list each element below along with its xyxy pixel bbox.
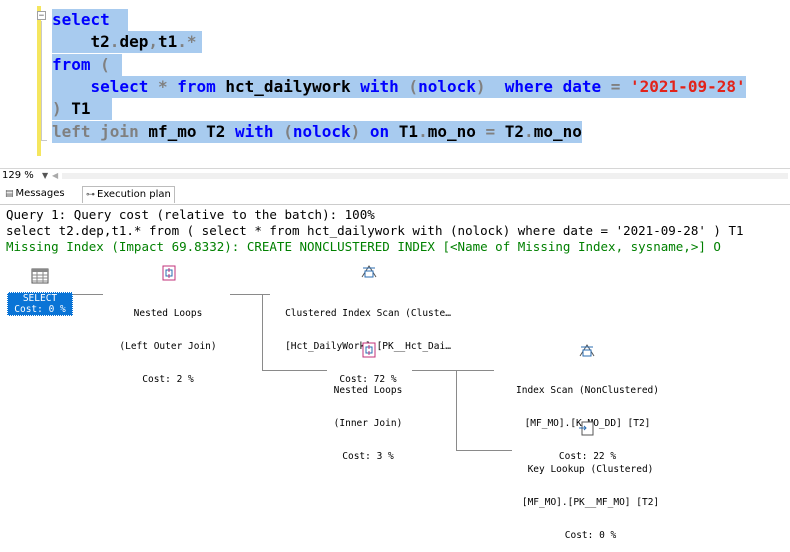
zoom-level[interactable]: 129 % [2,169,34,183]
selection-highlight: from ( [52,54,122,76]
scroll-left-icon[interactable]: ◀ [52,169,58,183]
query-text: select t2.dep,t1.* from ( select * from … [6,223,744,238]
code-line[interactable]: ) T1 [52,98,112,120]
code-token: mo_no [533,122,582,141]
code-line[interactable]: select [52,9,128,31]
zoom-dropdown-icon[interactable]: ▼ [42,169,48,183]
code-token: hct_dailywork [215,77,361,96]
code-token: nolock [292,122,351,141]
code-token: . [109,32,120,51]
code-token: from [52,55,91,74]
code-token: , [148,32,158,51]
plan-node-nested-loops-inner[interactable]: Nested Loops (Inner Join) Cost: 3 % [318,363,418,473]
code-token: select [52,77,149,96]
selection-highlight: ) T1 [52,98,112,120]
code-token: * [148,77,178,96]
query-cost-header: Query 1: Query cost (relative to the bat… [6,207,375,222]
editor-status-bar: 129 % ▼ ◀ [0,168,790,183]
code-token: .* [177,32,197,51]
code-token: ( [398,77,419,96]
results-tabs: ▤ Messages ⊶ Execution plan [0,184,790,205]
connector [73,294,103,295]
node-name: Nested Loops [133,308,203,319]
code-token: T1 [389,122,419,141]
outline-end [41,140,47,141]
node-detail: [MF_MO].[PK__MF_MO] [T2] [521,497,660,508]
code-line[interactable]: from ( [52,54,122,76]
code-token: with [235,122,274,141]
code-token: with [360,77,399,96]
sql-editor[interactable]: − select t2.dep,t1.* from ( select * from… [0,0,790,168]
node-name: Key Lookup (Clustered) [527,464,654,475]
code-line[interactable]: t2.dep,t1.* [52,31,202,53]
code-token: . [418,122,428,141]
code-token: left join [52,122,139,141]
key-lookup-icon [579,421,594,436]
node-name: Clustered Index Scan (Cluste… [285,308,451,319]
tab-execution-plan-label: Execution plan [97,189,171,200]
code-token: nolock [418,77,476,96]
node-cost: Cost: 0 % [564,530,617,541]
code-token: ) [52,99,62,118]
nested-loops-icon [162,265,176,281]
code-token: t2 [52,32,110,51]
code-token: ( [90,55,110,74]
code-token: where [504,77,553,96]
selection-highlight: select [52,9,128,31]
code-token: on [369,122,390,141]
nested-loops-icon [362,342,376,358]
tab-execution-plan[interactable]: ⊶ Execution plan [82,186,175,203]
collapse-toggle-icon[interactable]: − [37,11,46,21]
selection-highlight: t2.dep,t1.* [52,31,202,53]
node-cost: Cost: 3 % [342,451,394,462]
code-token: t1 [157,32,178,51]
code-token: ) [475,77,505,96]
node-detail: (Left Outer Join) [119,341,217,352]
messages-icon: ▤ [5,189,14,199]
plan-node-nested-loops-left-outer[interactable]: Nested Loops (Left Outer Join) Cost: 2 % [103,286,233,396]
select-table-icon [31,268,49,284]
clustered-index-scan-icon [361,265,377,278]
code-token: select [52,10,110,29]
code-line[interactable]: select * from hct_dailywork with (nolock… [52,76,746,98]
plan-node-key-lookup[interactable]: Key Lookup (Clustered) [MF_MO].[PK__MF_M… [498,442,683,552]
code-token: = [485,122,496,141]
horizontal-scrollbar[interactable] [62,173,788,179]
tab-messages[interactable]: ▤ Messages [2,186,68,202]
code-token: mo_no [427,122,486,141]
node-name: Index Scan (NonClustered) [516,385,659,396]
code-line[interactable]: left join mf_mo T2 with (nolock) on T1.m… [52,121,582,143]
code-token: T2 [495,122,525,141]
node-detail: (Inner Join) [333,418,403,429]
selection-highlight: left join mf_mo T2 with (nolock) on T1.m… [52,121,582,143]
code-token: . [524,122,534,141]
missing-index-hint[interactable]: Missing Index (Impact 69.8332): CREATE N… [6,239,721,255]
code-token: ( [273,122,293,141]
plan-node-select[interactable]: SELECT Cost: 0 % [7,292,73,316]
code-token: '2021-09-28' [630,77,746,96]
index-scan-icon [579,344,595,357]
code-token: ) [350,122,370,141]
code-token: T1 [61,99,91,118]
code-token: = [610,77,621,96]
code-token: from [177,77,216,96]
node-cost: Cost: 0 % [14,304,66,315]
node-name: SELECT [22,293,58,304]
node-cost: Cost: 2 % [142,374,194,385]
outline-line [41,21,42,141]
code-token: mf_mo T2 [138,122,236,141]
code-token: date [552,77,611,96]
execution-plan-icon: ⊶ [86,190,95,200]
code-token: dep [119,32,149,51]
selection-highlight: select * from hct_dailywork with (nolock… [52,76,746,98]
node-name: Nested Loops [333,385,403,396]
tab-messages-label: Messages [15,188,65,199]
